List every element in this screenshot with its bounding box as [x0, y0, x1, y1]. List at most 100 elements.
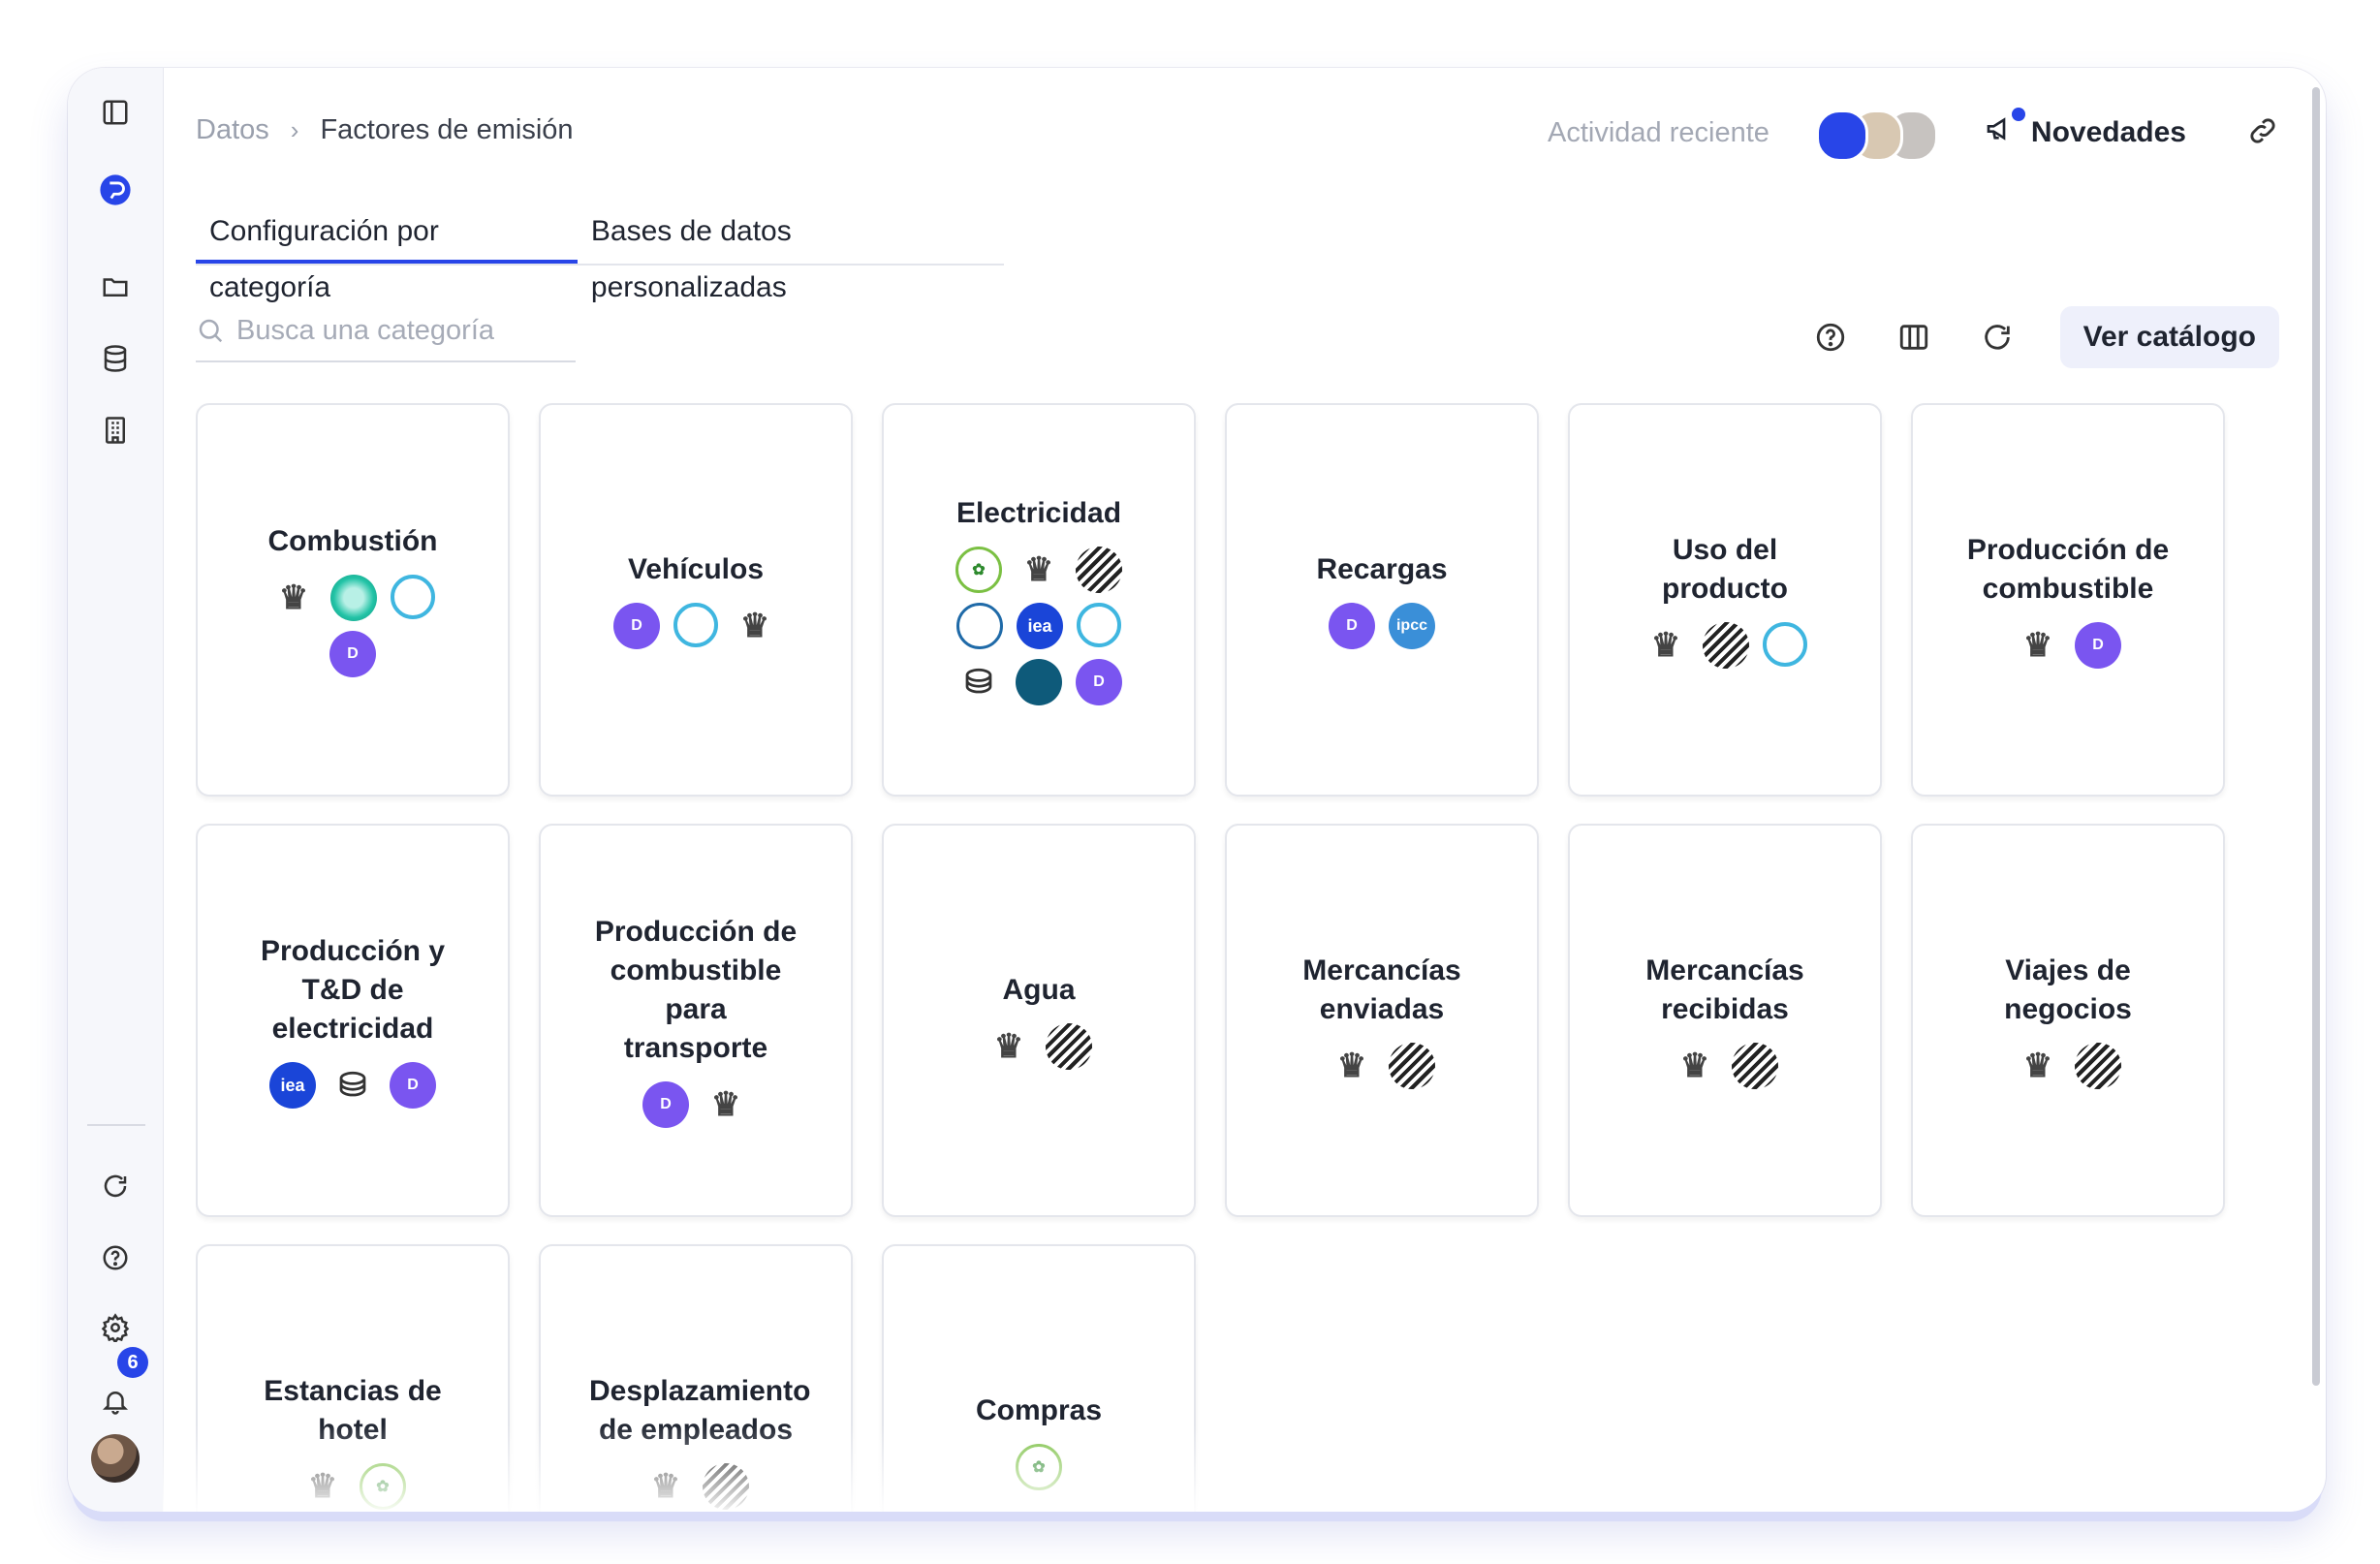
- dcycle-icon: D: [1076, 659, 1122, 705]
- dcycle-icon: D: [2075, 622, 2121, 669]
- columns-icon[interactable]: [1894, 317, 1934, 358]
- category-card[interactable]: Producción de combustible ♛ D: [1911, 403, 2225, 797]
- category-card[interactable]: Uso del producto ♛: [1568, 403, 1882, 797]
- source-logos: Dipcc: [1285, 603, 1479, 649]
- category-title: Producción y T&D de electricidad: [260, 935, 446, 1045]
- source-logos: ✿ ♛ iea ⛁ D: [942, 547, 1136, 705]
- category-title: Combustión: [267, 525, 438, 557]
- category-title: Producción de combustible para transport…: [594, 916, 798, 1064]
- category-title: Electricidad: [955, 497, 1122, 529]
- ring-icon: [673, 603, 718, 647]
- defra-icon: ♛: [1650, 627, 1681, 664]
- category-card[interactable]: Agua ♛: [882, 824, 1196, 1217]
- category-title: Mercancías recibidas: [1645, 954, 1804, 1025]
- gear-icon[interactable]: [98, 1310, 133, 1345]
- news-label: Novedades: [2030, 116, 2186, 148]
- breadcrumb-datos[interactable]: Datos: [196, 114, 269, 146]
- dcycle-icon: D: [642, 1081, 689, 1128]
- folder-icon[interactable]: [98, 269, 133, 304]
- category-card[interactable]: Viajes de negocios ♛: [1911, 824, 2225, 1217]
- stripe-icon: [1076, 547, 1122, 593]
- category-card[interactable]: Desplazamiento de empleados ♛: [539, 1244, 853, 1512]
- category-title: Uso del producto: [1662, 534, 1788, 605]
- scrollbar[interactable]: [2312, 87, 2320, 1386]
- category-card[interactable]: Mercancías enviadas ♛: [1225, 824, 1539, 1217]
- source-logos: ♛ D: [1971, 622, 2165, 669]
- dcycle-icon: D: [613, 603, 660, 649]
- dcycle-icon: D: [1329, 603, 1375, 649]
- help-circle-icon[interactable]: [1810, 317, 1851, 358]
- defra-icon: ♛: [1336, 1048, 1367, 1084]
- category-title: Estancias de hotel: [264, 1375, 442, 1446]
- dcycle-logo-icon[interactable]: [98, 172, 133, 207]
- source-logos: ♛: [1971, 1043, 2165, 1089]
- search-icon: [196, 316, 225, 350]
- toolbar: Ver catálogo: [1810, 306, 2279, 368]
- category-card[interactable]: Vehículos D ♛: [539, 403, 853, 797]
- app-window: 6 Datos › Factores de emisión Actividad …: [68, 68, 2326, 1512]
- sidebar: 6: [68, 68, 164, 1512]
- search-input[interactable]: [235, 313, 548, 348]
- source-logos: ♛: [942, 1023, 1136, 1070]
- user-avatar[interactable]: [91, 1434, 140, 1483]
- iea-icon: iea: [1017, 603, 1063, 649]
- category-card[interactable]: Producción de combustible para transport…: [539, 824, 853, 1217]
- source-logos: ♛: [1628, 1043, 1822, 1089]
- source-logos: ✿: [942, 1444, 1136, 1490]
- news-button[interactable]: Novedades: [1985, 108, 2186, 152]
- ring-icon: [391, 575, 435, 619]
- defra-icon: ♛: [307, 1468, 338, 1505]
- search-box: [196, 300, 576, 362]
- ipcc-icon: ipcc: [1389, 603, 1435, 649]
- stripe-icon: [1046, 1023, 1092, 1070]
- source-logos: ♛: [599, 1463, 793, 1510]
- category-title: Recargas: [1316, 553, 1448, 585]
- stripe-icon: [1732, 1043, 1778, 1089]
- source-logos: ♛: [1628, 622, 1822, 669]
- source-logos: ♛: [1285, 1043, 1479, 1089]
- green-icon: ✿: [360, 1463, 406, 1510]
- category-card[interactable]: Producción y T&D de electricidad iea ⛁ D: [196, 824, 510, 1217]
- tab-configuracion-categoria[interactable]: Configuración por categoría: [196, 203, 578, 303]
- category-card[interactable]: Estancias de hotel ♛ ✿: [196, 1244, 510, 1512]
- recent-activity-link[interactable]: Actividad reciente: [1548, 117, 1769, 149]
- defra-icon: ♛: [710, 1086, 741, 1123]
- refresh-icon[interactable]: [98, 1169, 133, 1204]
- dcycle-avatar: [1815, 109, 1868, 162]
- category-card[interactable]: Mercancías recibidas ♛: [1568, 824, 1882, 1217]
- green-icon: ✿: [955, 547, 1002, 593]
- tab-bases-personalizadas[interactable]: Bases de datos personalizadas: [578, 203, 1004, 303]
- ring-icon: [1763, 622, 1807, 667]
- link-icon[interactable]: [2246, 114, 2279, 152]
- sidebar-toggle-icon[interactable]: [98, 95, 133, 130]
- category-card[interactable]: Combustión ♛ D: [196, 403, 510, 797]
- stripe-icon: [1389, 1043, 1435, 1089]
- view-catalog-button[interactable]: Ver catálogo: [2059, 306, 2279, 368]
- green-icon: ✿: [1016, 1444, 1062, 1490]
- defra-icon: ♛: [739, 608, 770, 644]
- chevron-right-icon: ›: [290, 115, 299, 144]
- stripe-icon: [1703, 622, 1749, 669]
- bell-icon[interactable]: [98, 1384, 133, 1419]
- defra-icon: ♛: [650, 1468, 681, 1505]
- category-card[interactable]: Electricidad ✿ ♛ iea ⛁ D: [882, 403, 1196, 797]
- database-icon[interactable]: [98, 341, 133, 376]
- refresh-icon[interactable]: [1977, 317, 2018, 358]
- epa-icon: [956, 603, 1003, 649]
- category-title: Desplazamiento de empleados: [589, 1375, 811, 1446]
- defra-icon: ♛: [278, 579, 309, 616]
- megaphone-icon: [1985, 113, 2016, 152]
- category-title: Agua: [1002, 974, 1076, 1006]
- source-logos: D ♛: [599, 1081, 793, 1128]
- category-card[interactable]: Recargas Dipcc: [1225, 403, 1539, 797]
- sidebar-divider: [87, 1124, 145, 1126]
- fan-icon: [1016, 659, 1062, 705]
- dcycle-icon: D: [390, 1062, 436, 1109]
- collaborator-avatars[interactable]: [1815, 106, 1938, 162]
- dcycle-icon: D: [329, 631, 376, 677]
- category-grid: Combustión ♛ D Vehículos D ♛ Electricidad ✿ ♛ iea…: [196, 403, 2231, 1512]
- help-icon[interactable]: [98, 1240, 133, 1275]
- building-icon[interactable]: [98, 413, 133, 448]
- category-card[interactable]: Compras ✿: [882, 1244, 1196, 1512]
- breadcrumb: Datos › Factores de emisión: [196, 114, 574, 146]
